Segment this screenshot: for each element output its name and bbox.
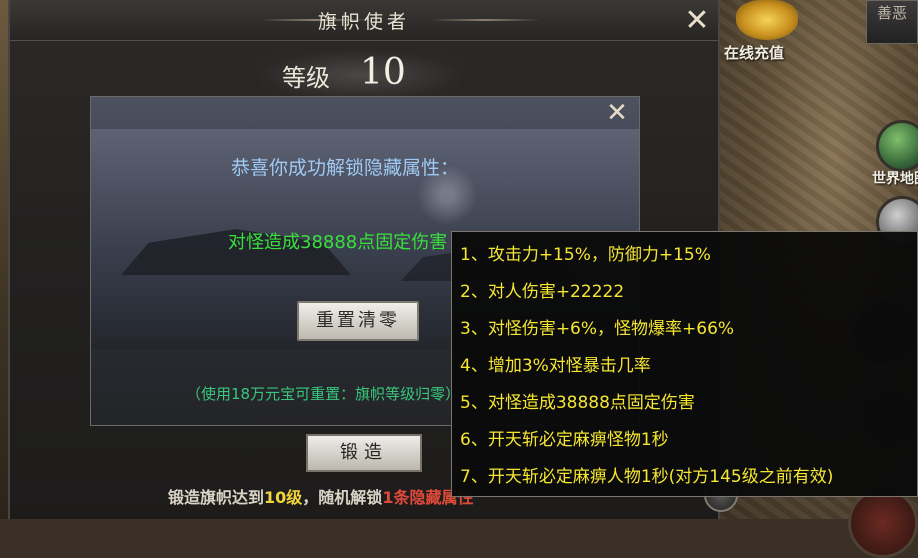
level-value: 10 xyxy=(360,52,406,93)
popup-heading: 恭喜你成功解锁隐藏属性： xyxy=(231,157,460,179)
unlock-hint-mid: ，随机解锁 xyxy=(302,488,383,507)
tooltip-item: 6、开天斩必定麻痹怪物1秒 xyxy=(460,430,669,450)
tooltip-item: 7、开天斩必定麻痹人物1秒(对方145级之前有效) xyxy=(460,467,834,487)
world-map-label: 世界地图 xyxy=(872,171,918,187)
online-recharge-label[interactable]: 在线充值 xyxy=(724,42,784,63)
unlock-hint-level: 10级 xyxy=(264,488,303,507)
tooltip-item: 4、增加3%对怪暴击几率 xyxy=(460,356,651,376)
forge-button[interactable]: 锻造 xyxy=(306,434,422,472)
window-title: 旗帜使者 xyxy=(317,11,410,33)
gold-ingot-icon[interactable] xyxy=(736,0,798,40)
title-bar: 旗帜使者 ✕ xyxy=(10,0,718,41)
skill-slot-button[interactable] xyxy=(848,488,918,558)
hidden-attribute-tooltip: 1、攻击力+15%，防御力+15% 2、对人伤害+22222 3、对怪伤害+6%… xyxy=(451,231,918,497)
unlocked-attribute-text: 对怪造成38888点固定伤害 xyxy=(228,232,448,253)
good-evil-tab[interactable]: 善恶 xyxy=(866,0,918,44)
tooltip-item: 5、对怪造成38888点固定伤害 xyxy=(460,393,695,413)
tooltip-item: 1、攻击力+15%，防御力+15% xyxy=(460,245,711,265)
crossed-swords-close-icon[interactable]: ✕ xyxy=(680,6,714,36)
level-label: 等级 xyxy=(282,64,330,92)
unlock-hint: 锻造旗帜达到10级，随机解锁1条隐藏属性 xyxy=(168,484,473,508)
tooltip-item: 3、对怪伤害+6%，怪物爆率+66% xyxy=(460,319,735,339)
reset-button[interactable]: 重置清零 xyxy=(297,301,419,341)
unlock-hint-pre: 锻造旗帜达到 xyxy=(168,488,265,507)
popup-close-icon[interactable]: ✕ xyxy=(599,97,635,128)
tooltip-item: 2、对人伤害+22222 xyxy=(460,282,625,302)
reset-note: （使用18万元宝可重置：旗帜等级归零） xyxy=(186,385,461,403)
